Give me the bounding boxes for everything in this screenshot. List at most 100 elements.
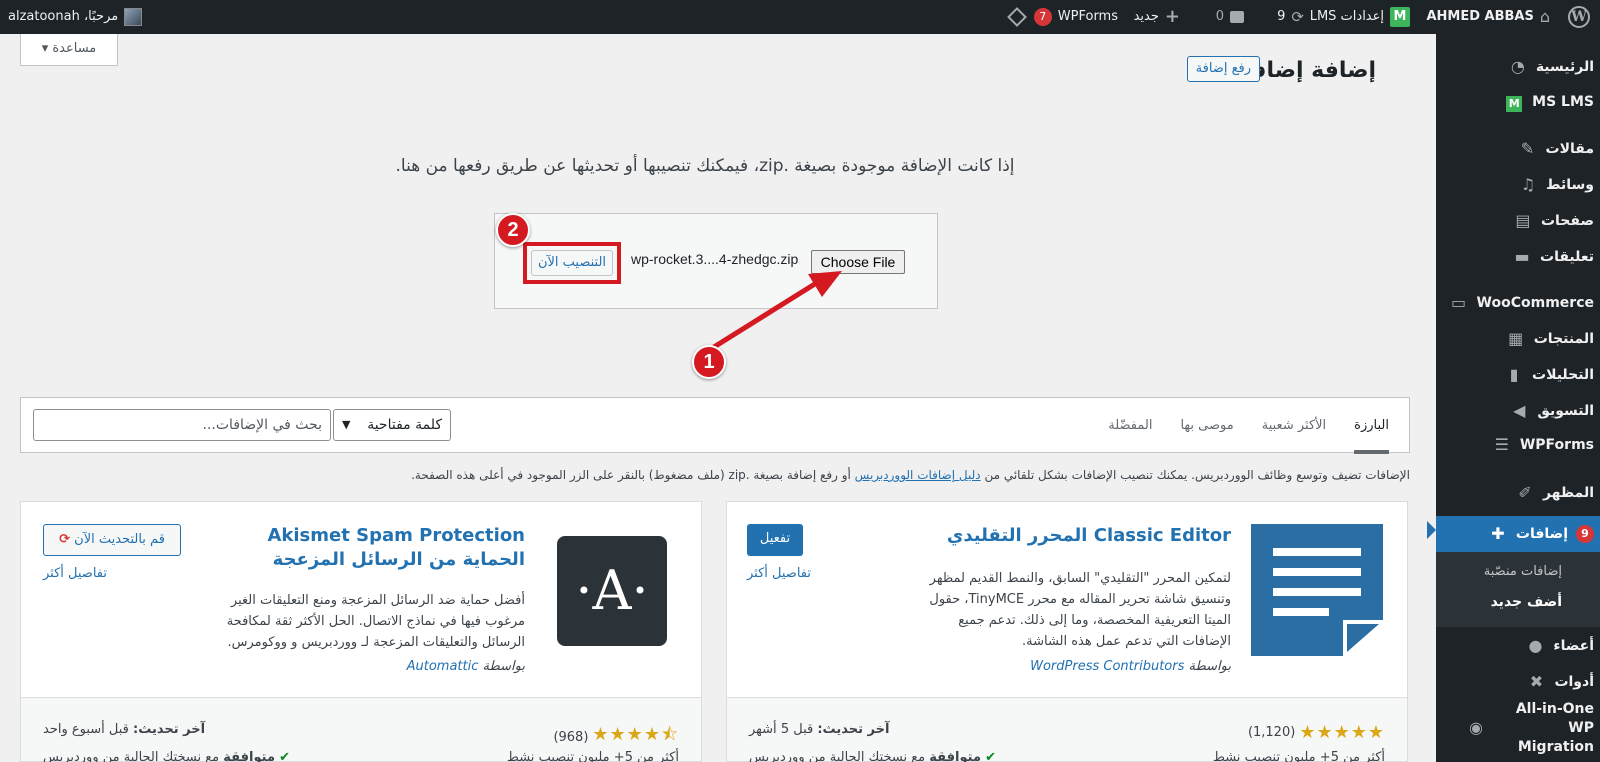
site-name[interactable]: AHMED ABBAS [1426, 0, 1533, 34]
sidebar-item-label: WooCommerce [1476, 295, 1594, 311]
active-installs: أكثر من 5+ مليون تنصيب نشط [1212, 750, 1385, 762]
last-updated-label: آخر تحديث: [817, 722, 890, 737]
new-label[interactable]: جديد [1134, 0, 1159, 34]
chevron-down-icon: ▼ [342, 418, 351, 431]
choose-file-button[interactable]: Choose File [811, 250, 905, 274]
wp-logo-menu[interactable]: W [1568, 0, 1590, 34]
updates-menu[interactable]: ⟳ 9 [1277, 0, 1304, 34]
update-now-button[interactable]: قم بالتحديث الآن ⟳ [43, 524, 181, 556]
selected-file-name: wp-rocket.3....4-zhedgc.zip [631, 251, 799, 267]
comment-bubble-icon [1230, 11, 1244, 23]
comment-icon: ▬ [1514, 247, 1530, 266]
sidebar-item-ms-lms[interactable]: M MS LMS [1436, 90, 1600, 114]
compatibility: ✔ متوافقة مع نسختك الحالية من ووردبريس [749, 750, 996, 762]
lms-settings-menu[interactable]: M إعدادات LMS [1310, 0, 1410, 34]
sidebar-item-label: أدوات [1554, 674, 1594, 690]
plugin-directory-link[interactable]: دليل إضافات الووردبريس [855, 468, 981, 482]
plugin-name-link[interactable]: Akismet Spam Protection الحماية من الرسا… [225, 524, 525, 572]
wordpress-logo-icon[interactable]: W [1568, 6, 1590, 28]
checkmark-icon: ✔ [279, 750, 291, 762]
plugin-description: أفضل حماية ضد الرسائل المزعجة ومنع التعل… [226, 593, 525, 650]
my-account-menu[interactable]: مرحبًا، alzatoonah [8, 0, 143, 34]
pin-icon: ✎ [1520, 139, 1535, 158]
tab-featured[interactable]: البارزة [1354, 398, 1389, 454]
sidebar-item-label: أعضاء [1553, 638, 1594, 654]
rating-count: (968) [553, 729, 589, 745]
sidebar-item-wpforms[interactable]: ☰ WPForms [1436, 433, 1600, 457]
plugin-filter-bar: البارزة الأكثر شعبية موصى بها المفضّلة ك… [20, 397, 1410, 454]
last-updated-label: آخر تحديث: [133, 722, 206, 737]
plugin-card-akismet: ·A· Akismet Spam Protection الحماية من ا… [20, 501, 702, 762]
info-text-after: أو رفع إضافة بصيغة .zip (ملف مضغوط) بالن… [411, 468, 851, 482]
submenu-installed-plugins[interactable]: إضافات منصّبة [1436, 564, 1600, 579]
classic-editor-icon[interactable] [1251, 524, 1383, 656]
plugins-info-text: الإضافات تضيف وتوسع وظائف الووردبريس. يم… [411, 468, 1410, 482]
site-name-menu[interactable]: ⌂ AHMED ABBAS [1426, 0, 1550, 34]
sidebar-item-users[interactable]: ● أعضاء [1436, 634, 1600, 658]
checkmark-icon: ✔ [985, 750, 997, 762]
products-icon: ▦ [1508, 329, 1524, 348]
sidebar-item-label: WPForms [1519, 437, 1594, 453]
sidebar-item-media[interactable]: ♫ وسائط [1436, 173, 1600, 197]
sidebar-item-appearance[interactable]: ✐ المظهر [1436, 481, 1600, 505]
compat-text: مع نسختك الحالية من ووردبريس [749, 750, 926, 762]
home-icon: ⌂ [1539, 7, 1550, 26]
sidebar-item-dashboard[interactable]: ◔ الرئيسية [1436, 55, 1600, 79]
diamond-icon[interactable] [1007, 7, 1027, 27]
sidebar-item-analytics[interactable]: ▮ التحليلات [1436, 363, 1600, 387]
sidebar-item-marketing[interactable]: ◀ التسويق [1436, 399, 1600, 423]
new-content-menu[interactable]: + جديد [1134, 0, 1180, 34]
step-2-badge: 2 [496, 213, 530, 247]
tab-recommended[interactable]: موصى بها [1180, 398, 1233, 454]
sidebar-item-label: التحليلات [1532, 367, 1594, 383]
author-prefix: بواسطة [1188, 659, 1231, 674]
submenu-add-new[interactable]: أضف جديد [1436, 594, 1600, 610]
upload-hint-text: إذا كانت الإضافة موجودة بصيغة .zip، فيمك… [395, 156, 1015, 176]
compat-label: متوافقة [929, 750, 982, 762]
update-refresh-icon: ⟳ [59, 532, 70, 547]
wpforms-label[interactable]: WPForms [1058, 0, 1118, 34]
help-tab-button[interactable]: مساعدة ▾ [20, 34, 118, 66]
akismet-icon[interactable]: ·A· [557, 536, 667, 646]
comments-count: 0 [1215, 9, 1224, 24]
comments-menu[interactable]: 0 [1216, 0, 1244, 34]
author-link[interactable]: WordPress Contributors [1030, 659, 1184, 674]
more-details-link[interactable]: تفاصيل أكثر [747, 566, 811, 581]
wpforms-icon: ☰ [1494, 435, 1510, 454]
greeting[interactable]: مرحبًا، alzatoonah [8, 0, 118, 34]
sidebar-item-products[interactable]: ▦ المنتجات [1436, 327, 1600, 351]
plugin-search-input[interactable]: بحث في الإضافات... [33, 409, 331, 441]
sidebar-item-woocommerce[interactable]: ▭ WooCommerce [1436, 291, 1600, 315]
lms-settings-label[interactable]: إعدادات LMS [1310, 0, 1384, 34]
sidebar-item-migration[interactable]: ◉ All-in-One WP Migration [1436, 701, 1600, 755]
analytics-icon: ▮ [1509, 365, 1519, 384]
media-icon: ♫ [1520, 175, 1536, 194]
plugin-name-link[interactable]: Classic Editor المحرر التقليدي [931, 524, 1231, 548]
avatar[interactable] [124, 8, 143, 26]
more-details-link[interactable]: تفاصيل أكثر [43, 566, 107, 581]
wpforms-menu[interactable]: WPForms 7 [1033, 0, 1118, 34]
star-rating-icon: ★★★★★ [1299, 722, 1385, 743]
sidebar-item-plugins[interactable]: ✚ إضافات 9 [1436, 516, 1600, 552]
compat-label: متوافقة [223, 750, 276, 762]
author-link[interactable]: Automattic [407, 659, 479, 674]
tab-popular[interactable]: الأكثر شعبية [1262, 398, 1326, 454]
search-type-select[interactable]: كلمة مفتاحية ▼ [333, 409, 451, 441]
plugins-submenu [1436, 543, 1600, 627]
sidebar-item-comments[interactable]: ▬ تعليقات [1436, 245, 1600, 269]
sidebar-item-pages[interactable]: ▤ صفحات [1436, 209, 1600, 233]
plugin-author: بواسطة Automattic [407, 659, 525, 674]
filter-tabs: البارزة الأكثر شعبية موصى بها المفضّلة [1108, 398, 1389, 454]
sidebar-item-label: All-in-One WP Migration [1515, 700, 1594, 755]
upload-plugin-button[interactable]: رفع إضافة [1186, 56, 1260, 82]
tab-favorites[interactable]: المفضّلة [1108, 398, 1152, 454]
last-updated-value: قبل أسبوع واحد [43, 722, 129, 737]
diamond-menu[interactable] [1007, 0, 1027, 34]
sidebar-item-posts[interactable]: ✎ مقالات [1436, 137, 1600, 161]
activate-button[interactable]: تفعيل [747, 524, 803, 556]
users-icon: ● [1528, 636, 1543, 655]
sidebar-item-tools[interactable]: ✖ أدوات [1436, 670, 1600, 694]
sidebar-item-label: المظهر [1542, 485, 1594, 501]
compatibility: ✔ متوافقة مع نسختك الحالية من ووردبريس [43, 750, 290, 762]
highlight-frame-annotation [523, 242, 621, 284]
